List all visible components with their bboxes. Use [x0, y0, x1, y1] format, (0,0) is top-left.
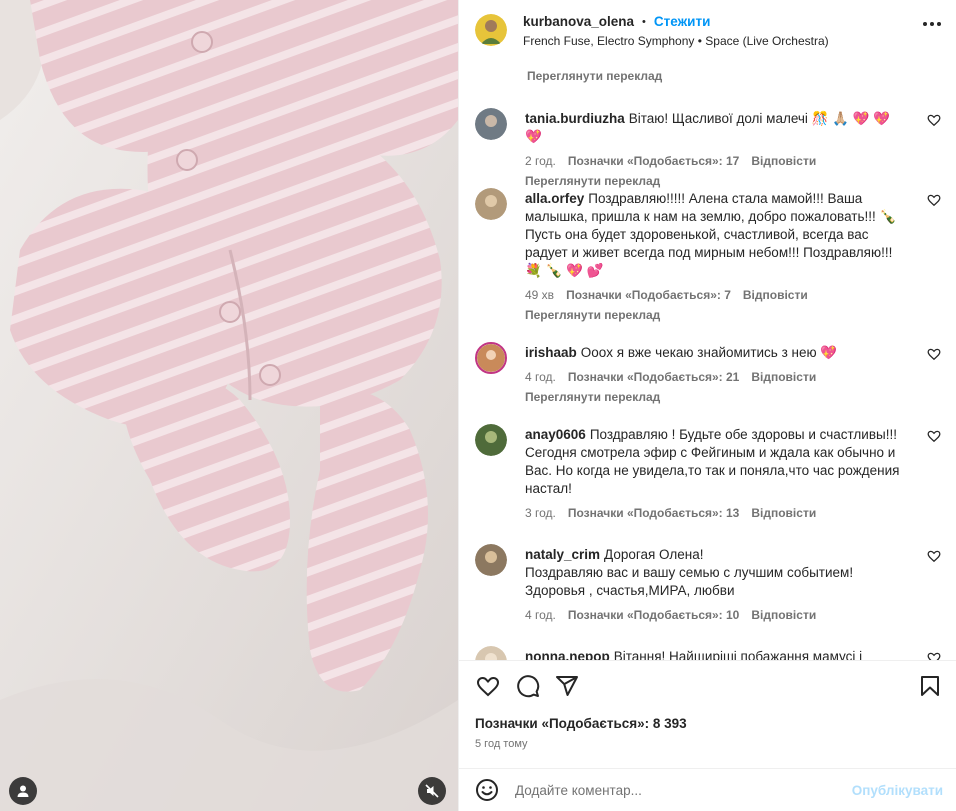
comment-time[interactable]: 4 год. — [525, 370, 556, 384]
comment-likes[interactable]: Позначки «Подобається»: 21 — [568, 370, 739, 384]
comment-text: Оооx я вже чекаю знайомитись з нею 💖 — [580, 345, 838, 360]
author-username[interactable]: kurbanova_olena — [523, 14, 634, 29]
comment-item: alla.orfey Поздравляю!!!!! Алена стала ма… — [475, 188, 941, 322]
commenter-avatar[interactable] — [475, 646, 507, 660]
emoji-icon[interactable] — [475, 778, 499, 802]
comment-time[interactable]: 2 год. — [525, 154, 556, 168]
audio-track[interactable]: French Fuse, Electro Symphony • Space (L… — [523, 34, 941, 48]
comment-text: Вітання! Найщиріші побажання мамусі і — [613, 649, 863, 660]
comment-username[interactable]: alla.orfey — [525, 191, 584, 206]
comment-likes[interactable]: Позначки «Подобається»: 7 — [566, 288, 731, 302]
comment-time[interactable]: 4 год. — [525, 608, 556, 622]
comment-icon[interactable] — [516, 674, 540, 698]
commenter-avatar[interactable] — [475, 108, 507, 140]
comment-like-heart-icon[interactable] — [927, 347, 941, 361]
share-icon[interactable] — [555, 674, 579, 698]
bookmark-icon[interactable] — [918, 674, 942, 698]
author-avatar[interactable] — [475, 14, 507, 46]
comment-username[interactable]: nonna.nepop — [525, 649, 610, 660]
comment-username[interactable]: irishaab — [525, 345, 577, 360]
commenter-avatar[interactable] — [475, 544, 507, 576]
see-translation-link[interactable]: Переглянути переклад — [525, 174, 905, 188]
comment-like-heart-icon[interactable] — [927, 113, 941, 127]
post-likes-count[interactable]: Позначки «Подобається»: 8 393 — [475, 716, 687, 731]
author-avatar-image — [475, 14, 507, 46]
baby-photo — [0, 0, 458, 811]
reply-button[interactable]: Відповісти — [751, 370, 816, 384]
header-separator: • — [642, 15, 646, 28]
user-icon — [17, 785, 29, 797]
comment-like-heart-icon[interactable] — [927, 193, 941, 207]
comment-time[interactable]: 3 год. — [525, 506, 556, 520]
reply-button[interactable]: Відповісти — [751, 154, 816, 168]
publish-button[interactable]: Опублікувати — [852, 783, 943, 798]
comment-text-line: Поздравляю вас и вашу семью с лучшим соб… — [525, 565, 854, 580]
comment-input[interactable] — [515, 782, 852, 798]
see-translation-link[interactable]: Переглянути переклад — [527, 69, 662, 83]
comments-list[interactable]: Переглянути переклад tania.burdiuzha Віта… — [459, 62, 956, 660]
comment-time[interactable]: 49 хв — [525, 288, 554, 302]
comment-likes[interactable]: Позначки «Подобається»: 13 — [568, 506, 739, 520]
comment-item: nonna.nepop Вітання! Найщиріші побажання … — [475, 646, 941, 660]
comment-username[interactable]: nataly_crim — [525, 547, 600, 562]
follow-button[interactable]: Стежити — [654, 14, 710, 29]
see-translation-link[interactable]: Переглянути переклад — [525, 390, 905, 404]
comment-item: irishaab Оооx я вже чекаю знайомитись з н… — [475, 342, 941, 404]
comment-item: nataly_crim Дорогая Олена! Поздравляю вас… — [475, 544, 941, 622]
comment-like-heart-icon[interactable] — [927, 549, 941, 563]
comment-item: anay0606 Поздравляю ! Будьте обе здоровы … — [475, 424, 941, 520]
muted-speaker-icon — [425, 784, 439, 798]
commenter-avatar[interactable] — [475, 424, 507, 456]
comment-item: tania.burdiuzha Вітаю! Щасливої долі мале… — [475, 108, 941, 188]
post-media[interactable] — [0, 0, 458, 811]
add-comment-bar: Опублікувати — [459, 769, 956, 811]
comment-likes[interactable]: Позначки «Подобається»: 17 — [568, 154, 739, 168]
comment-text-line: Здоровья , счастья,МИРА, любви — [525, 583, 735, 598]
comment-like-heart-icon[interactable] — [927, 651, 941, 660]
divider — [459, 660, 956, 661]
heart-icon[interactable] — [476, 674, 500, 698]
comment-username[interactable]: anay0606 — [525, 427, 586, 442]
user-tag-button[interactable] — [9, 777, 37, 805]
comment-like-heart-icon[interactable] — [927, 429, 941, 443]
reply-button[interactable]: Відповісти — [751, 506, 816, 520]
more-icon[interactable] — [923, 22, 941, 26]
see-translation-link[interactable]: Переглянути переклад — [525, 308, 905, 322]
commenter-avatar[interactable] — [475, 188, 507, 220]
post-actions — [475, 674, 941, 702]
post-timestamp[interactable]: 5 год тому — [475, 738, 528, 750]
comment-likes[interactable]: Позначки «Подобається»: 10 — [568, 608, 739, 622]
comment-text: Дорогая Олена! — [604, 547, 704, 562]
commenter-avatar[interactable] — [475, 342, 507, 374]
post-header: kurbanova_olena • Стежити French Fuse, E… — [459, 0, 956, 62]
reply-button[interactable]: Відповісти — [751, 608, 816, 622]
comment-username[interactable]: tania.burdiuzha — [525, 111, 625, 126]
reply-button[interactable]: Відповісти — [743, 288, 808, 302]
mute-button[interactable] — [418, 777, 446, 805]
post-panel: kurbanova_olena • Стежити French Fuse, E… — [458, 0, 956, 811]
